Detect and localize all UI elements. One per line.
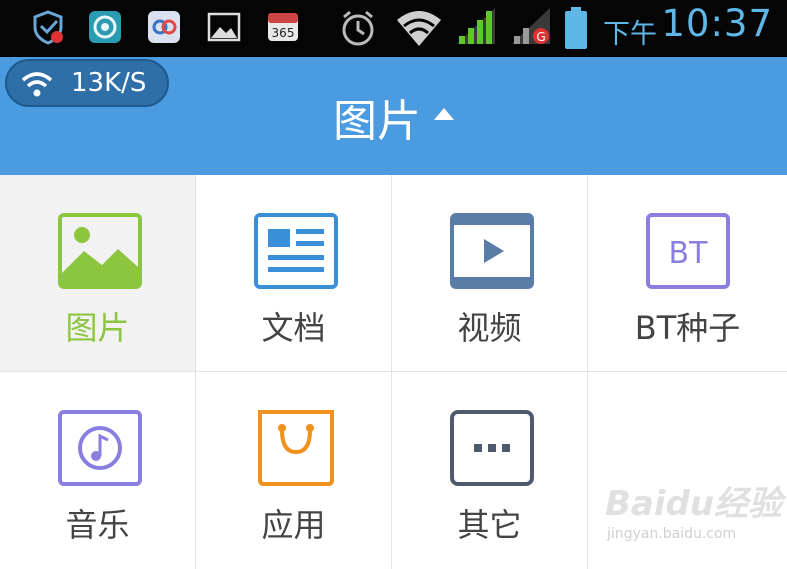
category-item-document[interactable]: 文档 (196, 175, 392, 372)
status-clock: 10:37 (661, 2, 773, 45)
network-speed-badge[interactable]: 13K/S (5, 59, 169, 107)
calendar-365-text: 365 (272, 26, 295, 40)
image-icon (58, 213, 142, 289)
baidu-watermark: Baidu经验 jingyan.baidu.com (605, 472, 785, 552)
category-label: 其它 (457, 506, 522, 544)
camera-app-icon (89, 11, 121, 43)
category-label: BT种子 (634, 309, 741, 347)
category-label: 文档 (261, 309, 326, 347)
more-icon (450, 410, 534, 486)
category-label: 应用 (261, 506, 326, 544)
category-item-bt[interactable]: BT BT种子 (588, 175, 787, 372)
music-icon (58, 410, 142, 486)
watermark-brand: Baidu经验 (605, 484, 783, 524)
category-label: 视频 (457, 309, 522, 347)
app-bag-icon (258, 410, 334, 486)
watermark-url: jingyan.baidu.com (607, 526, 737, 542)
page-title[interactable]: 图片 (333, 85, 421, 149)
video-icon (450, 213, 534, 289)
shield-icon (33, 10, 63, 45)
category-item-music[interactable]: 音乐 (0, 372, 196, 569)
network-speed-text: 13K/S (71, 68, 147, 98)
category-label: 图片 (65, 309, 130, 347)
alarm-icon (342, 10, 374, 46)
dropdown-arrow-icon[interactable] (433, 107, 455, 121)
status-bar: 365 G 下午 10:37 (0, 0, 787, 57)
gallery-icon (207, 12, 241, 42)
title-bar: 13K/S 图片 (0, 57, 787, 175)
wifi-icon (397, 11, 441, 46)
signal-roaming-icon: G (512, 8, 550, 44)
battery-icon (565, 7, 587, 49)
category-label: 音乐 (65, 506, 130, 544)
cloud-sync-icon (148, 11, 180, 43)
wifi-speed-icon (21, 72, 53, 97)
status-ampm: 下午 (603, 19, 657, 50)
signal-icon (457, 8, 495, 44)
category-item-app[interactable]: 应用 (196, 372, 392, 569)
category-item-other[interactable]: 其它 (392, 372, 588, 569)
bt-torrent-icon: BT (646, 213, 730, 289)
document-icon (254, 213, 338, 289)
svg-text:G: G (536, 30, 545, 44)
bt-icon-text: BT (669, 236, 709, 271)
category-item-image[interactable]: 图片 (0, 175, 196, 372)
calendar-365-icon: 365 (268, 13, 298, 41)
category-item-video[interactable]: 视频 (392, 175, 588, 372)
